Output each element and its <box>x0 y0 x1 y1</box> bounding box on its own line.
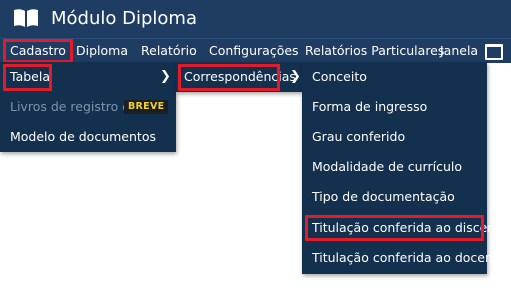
menu-item-forma-ingresso[interactable]: Forma de ingresso <box>302 92 487 122</box>
tabela-submenu: Correspondências ❯ <box>176 62 302 92</box>
menu-item-titulacao-docente-label: Titulação conferida ao docente <box>312 250 506 265</box>
menu-item-conceito[interactable]: Conceito <box>302 62 487 92</box>
menu-item-titulacao-docente[interactable]: Titulação conferida ao docente <box>302 243 506 273</box>
menu-diploma[interactable]: Diploma <box>76 39 128 63</box>
menu-bar: Cadastro Diploma Relatório Configurações… <box>0 38 511 63</box>
status-badge: BREVE <box>124 100 169 114</box>
menu-item-conceito-label: Conceito <box>312 69 367 84</box>
menu-item-modelo-label: Modelo de documentos <box>10 129 156 144</box>
menu-relatorio[interactable]: Relatório <box>141 39 197 63</box>
menu-item-livros-registro: Livros de registro de di BREVE <box>0 92 176 122</box>
window-icon[interactable] <box>485 44 503 60</box>
correspondencias-highlight <box>178 64 280 91</box>
tabela-highlight <box>3 64 52 91</box>
menu-item-forma-ingresso-label: Forma de ingresso <box>312 99 428 114</box>
menu-item-modalidade-curriculo[interactable]: Modalidade de currículo <box>302 152 487 182</box>
menu-item-modalidade-curriculo-label: Modalidade de currículo <box>312 159 463 174</box>
book-icon <box>14 9 38 27</box>
menu-cadastro[interactable]: Cadastro <box>3 39 73 63</box>
correspondencias-submenu: Conceito Forma de ingresso Grau conferid… <box>302 62 508 274</box>
menu-item-tipo-documentacao-label: Tipo de documentação <box>312 189 455 204</box>
chevron-right-icon: ❯ <box>290 69 301 84</box>
menu-janela[interactable]: Janela <box>440 39 478 63</box>
menu-item-tipo-documentacao[interactable]: Tipo de documentação <box>302 182 487 212</box>
menu-item-modelo-documentos[interactable]: Modelo de documentos <box>0 122 176 152</box>
titulacao-discente-highlight <box>305 215 484 241</box>
app-title: Módulo Diploma <box>51 8 197 29</box>
cadastro-dropdown: Tabela ❯ Livros de registro de di BREVE … <box>0 62 176 152</box>
chevron-right-icon: ❯ <box>160 69 171 84</box>
menu-item-grau-conferido-label: Grau conferido <box>312 129 406 144</box>
menu-item-grau-conferido[interactable]: Grau conferido <box>302 122 487 152</box>
menu-configuracoes[interactable]: Configurações <box>209 39 299 63</box>
title-bar: Módulo Diploma <box>0 0 511 38</box>
menu-relatorios-particulares[interactable]: Relatórios Particulares <box>305 39 444 63</box>
